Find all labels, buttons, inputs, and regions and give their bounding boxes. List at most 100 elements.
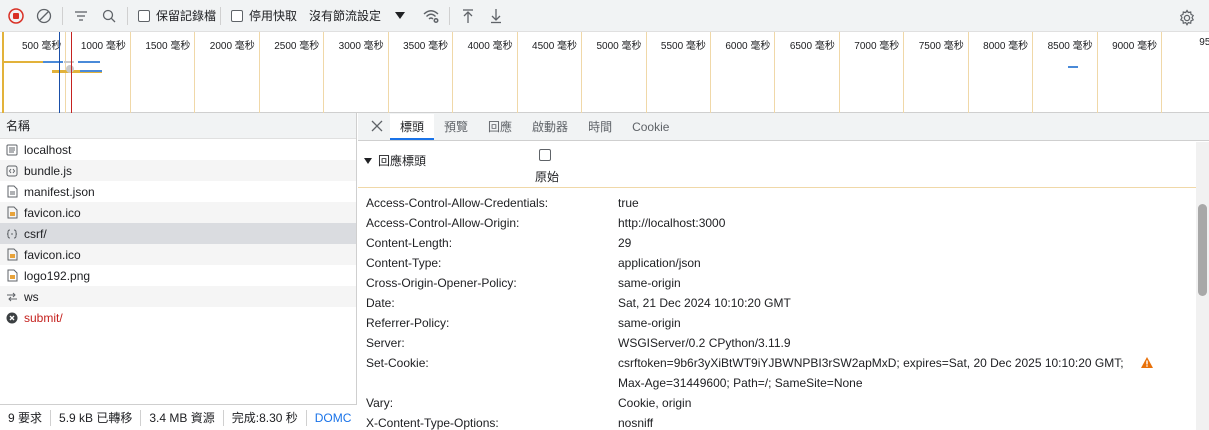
filter-icon[interactable] (67, 2, 95, 30)
header-value: 29 (618, 236, 632, 250)
scrollbar-thumb[interactable] (1198, 204, 1207, 296)
request-name: submit/ (24, 310, 63, 325)
timeline-tick-label: 5500 毫秒 (660, 41, 706, 52)
search-icon[interactable] (95, 2, 123, 30)
timeline-tick-label: 9500 (1199, 37, 1209, 48)
header-value: nosniff (618, 416, 654, 430)
timeline-tick (967, 32, 969, 113)
gear-icon[interactable] (1173, 4, 1201, 32)
timeline-tick (1161, 32, 1163, 113)
triangle-down-icon (364, 157, 372, 164)
summary-transferred: 5.9 kB 已轉移 (51, 409, 142, 426)
header-value: same-origin (618, 316, 681, 330)
summary-finish: 完成:8.30 秒 (224, 409, 307, 426)
timeline-tick (774, 32, 776, 113)
timeline-tick (387, 32, 389, 113)
header-key: Referrer-Policy: (366, 316, 450, 330)
header-value: Cookie, origin (618, 396, 692, 410)
request-row[interactable]: logo192.png (0, 265, 356, 286)
disable-cache-checkbox[interactable]: 停用快取 (231, 7, 297, 24)
timeline-tick-label: 6500 毫秒 (789, 41, 835, 52)
timeline-tick (838, 32, 840, 113)
summary-domc[interactable]: DOMC (307, 410, 357, 426)
preserve-log-box[interactable] (138, 9, 150, 22)
timeline-tick-label: 1500 毫秒 (145, 41, 191, 52)
request-row[interactable]: favicon.ico (0, 202, 356, 223)
request-name: ws (24, 289, 39, 304)
timeline-bar (66, 65, 74, 73)
throttling-select[interactable]: 沒有節流設定 (309, 7, 381, 24)
header-key: Vary: (366, 396, 394, 410)
toolbar-divider (449, 6, 451, 25)
request-name: csrf/ (24, 226, 47, 241)
header-row: Cross-Origin-Opener-Policy: same-origin (358, 273, 1196, 293)
request-name: favicon.ico (24, 205, 81, 220)
upload-icon[interactable] (454, 2, 482, 30)
request-row[interactable]: localhost (0, 139, 356, 160)
clear-icon[interactable] (30, 2, 58, 30)
timeline-tick (258, 32, 260, 113)
header-row: Date: Sat, 21 Dec 2024 10:10:20 GMT (358, 293, 1196, 313)
details-scrollbar[interactable] (1196, 142, 1209, 430)
header-key: X-Content-Type-Options: (366, 416, 499, 430)
request-row[interactable]: ws (0, 286, 356, 307)
timeline-overview[interactable]: 500 毫秒 1000 毫秒 1500 毫秒 2000 毫秒 2500 毫秒 3000 毫… (0, 32, 1209, 113)
timeline-bar (1068, 66, 1078, 68)
close-icon[interactable] (364, 112, 390, 140)
record-stop-icon[interactable] (2, 2, 30, 30)
timeline-tick (516, 32, 518, 113)
request-name: manifest.json (24, 184, 95, 199)
summary-requests: 9 要求 (0, 409, 52, 426)
header-row: Content-Type: application/json (358, 253, 1196, 273)
tab-1[interactable]: 預覽 (434, 114, 478, 140)
toolbar-divider (127, 6, 128, 25)
timeline-tick-label: 8000 毫秒 (983, 41, 1029, 52)
request-row[interactable]: submit/ (0, 307, 356, 328)
timeline-bar (80, 70, 102, 72)
header-key: Access-Control-Allow-Origin: (366, 216, 520, 230)
summary-bar: 9 要求 5.9 kB 已轉移 3.4 MB 資源 完成:8.30 秒 DOMC (0, 404, 357, 430)
tab-3[interactable]: 啟動器 (522, 114, 578, 140)
request-row[interactable]: favicon.ico (0, 244, 356, 265)
header-value: csrftoken=9b6r3yXiBtWT9iYJBWNPBI3rSW2apM… (618, 356, 1124, 370)
image-icon (6, 269, 18, 282)
request-list-panel: 名稱 localhost bundle.js manifest.json favico… (0, 113, 357, 430)
request-details-panel: 標頭 預覽 回應 啟動器 時間 Cookie 回應標頭 原始 Access-Control… (358, 113, 1209, 430)
header-list: Access-Control-Allow-Credentials: true Acc… (358, 193, 1196, 430)
name-column-header[interactable]: 名稱 (0, 113, 356, 139)
request-row[interactable]: bundle.js (0, 160, 356, 181)
request-row[interactable]: manifest.json (0, 181, 356, 202)
preserve-log-checkbox[interactable]: 保留記錄檔 (138, 7, 216, 24)
chevron-down-icon[interactable] (395, 12, 406, 19)
timeline-tick (1032, 32, 1034, 113)
header-value: http://localhost:3000 (618, 216, 726, 230)
request-name: favicon.ico (24, 247, 81, 262)
raw-checkbox[interactable] (539, 149, 551, 161)
header-row: Set-Cookie: csrftoken=9b6r3yXiBtWT9iYJBWN… (358, 353, 1196, 393)
details-tabs: 標頭 預覽 回應 啟動器 時間 Cookie (358, 113, 1209, 141)
header-value: Sat, 21 Dec 2024 10:10:20 GMT (618, 296, 791, 310)
tab-5[interactable]: Cookie (622, 114, 679, 140)
tab-0[interactable]: 標頭 (390, 114, 435, 140)
warning-icon[interactable] (1140, 356, 1154, 372)
tab-2[interactable]: 回應 (478, 114, 522, 140)
response-headers-toggle[interactable]: 回應標頭 (364, 152, 426, 169)
download-icon[interactable] (482, 2, 510, 30)
tab-4[interactable]: 時間 (578, 114, 622, 140)
timeline-tick-label: 4000 毫秒 (467, 41, 513, 52)
request-rows: localhost bundle.js manifest.json favicon.i… (0, 139, 356, 328)
timeline-tick-label: 7500 毫秒 (918, 41, 964, 52)
summary-resources: 3.4 MB 資源 (141, 409, 224, 426)
header-key: Access-Control-Allow-Credentials: (366, 196, 549, 210)
disable-cache-box[interactable] (231, 9, 244, 22)
load-marker (71, 32, 72, 113)
request-row[interactable]: csrf/ (0, 223, 356, 244)
timeline-tick (194, 32, 196, 113)
timeline-tick-label: 5000 毫秒 (596, 41, 642, 52)
timeline-tick-label: 6000 毫秒 (725, 41, 771, 52)
toolbar-divider (62, 6, 63, 25)
wifi-settings-icon[interactable] (417, 2, 445, 30)
timeline-tick-label: 2000 毫秒 (209, 41, 255, 52)
timeline-tick (581, 32, 583, 113)
request-name: logo192.png (24, 268, 91, 283)
